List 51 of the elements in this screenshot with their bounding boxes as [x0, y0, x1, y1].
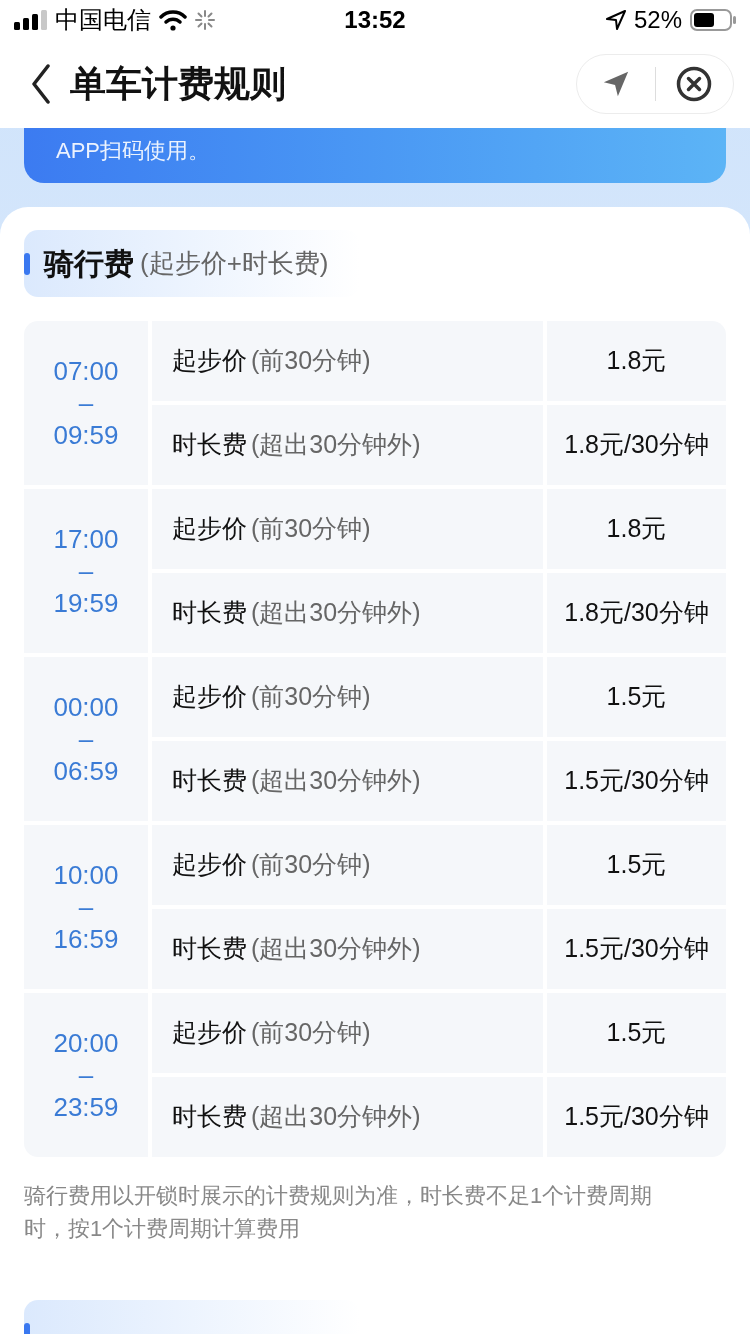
fee-name: 时长费: [172, 1101, 247, 1133]
banner-text: APP扫码使用。: [56, 137, 211, 165]
time-range: 20:00 – 23:59: [24, 993, 148, 1157]
location-arrow-icon: [605, 10, 626, 30]
wifi-icon: [159, 9, 187, 31]
fee-name: 时长费: [172, 429, 247, 461]
fee-name: 时长费: [172, 765, 247, 797]
rule-note: 骑行费用以开锁时展示的计费规则为准，时长费不足1个计费周期时，按1个计费周期计算费用: [24, 1182, 654, 1243]
close-icon: [676, 66, 713, 102]
signal-icon: [14, 10, 47, 30]
battery-icon: [690, 9, 736, 31]
time-range: 10:00 – 16:59: [24, 825, 148, 989]
fee-condition: (前30分钟): [251, 345, 371, 377]
loading-icon: [195, 10, 215, 30]
price-cell: 1.5元: [547, 825, 726, 905]
price-cell: 1.8元: [547, 489, 726, 569]
fee-condition: (前30分钟): [251, 681, 371, 713]
time-range: 07:00 – 09:59: [24, 321, 148, 485]
fee-condition: (超出30分钟外): [251, 933, 421, 965]
price-cell: 1.5元: [547, 657, 726, 737]
fee-condition: (超出30分钟外): [251, 1101, 421, 1133]
fee-name: 起步价: [172, 345, 247, 377]
fee-name: 起步价: [172, 513, 247, 545]
price-cell: 1.8元/30分钟: [547, 405, 726, 485]
fee-condition: (前30分钟): [251, 1017, 371, 1049]
price-cell: 1.5元/30分钟: [547, 1077, 726, 1157]
section-title: 骑行费: [44, 246, 134, 282]
time-range: 00:00 – 06:59: [24, 657, 148, 821]
back-chevron-icon: [30, 64, 52, 104]
fee-name: 时长费: [172, 933, 247, 965]
price-cell: 1.8元/30分钟: [547, 573, 726, 653]
fee-name: 起步价: [172, 1017, 247, 1049]
clock-time: 13:52: [344, 5, 406, 35]
fee-condition: (超出30分钟外): [251, 429, 421, 461]
fee-name: 起步价: [172, 681, 247, 713]
price-cell: 1.5元/30分钟: [547, 909, 726, 989]
fee-condition: (前30分钟): [251, 513, 371, 545]
fee-condition: (超出30分钟外): [251, 597, 421, 629]
time-range: 17:00 – 19:59: [24, 489, 148, 653]
fee-name: 时长费: [172, 597, 247, 629]
price-cell: 1.5元/30分钟: [547, 741, 726, 821]
battery-percent: 52%: [633, 5, 682, 35]
carrier-name: 中国电信: [55, 5, 151, 35]
section-subtitle: (起步价+时长费): [140, 247, 329, 280]
accent-bar: [24, 252, 30, 275]
fee-condition: (超出30分钟外): [251, 765, 421, 797]
fee-condition: (前30分钟): [251, 849, 371, 881]
price-cell: 1.8元: [547, 321, 726, 401]
price-cell: 1.5元: [547, 993, 726, 1073]
fee-name: 起步价: [172, 849, 247, 881]
page-title: 单车计费规则: [70, 62, 287, 106]
